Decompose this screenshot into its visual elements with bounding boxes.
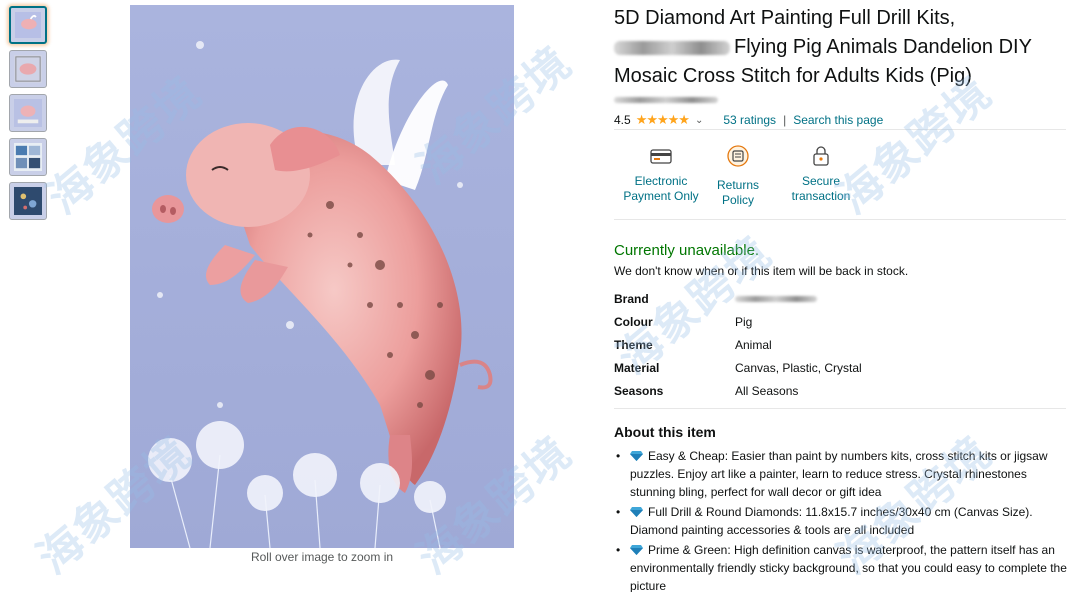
badge-label-line1: Secure (801, 174, 841, 188)
thumbnail-5[interactable] (9, 182, 47, 220)
bullet-text: Easy & Cheap: Easier than paint by numbe… (630, 449, 1048, 499)
spec-value: All Seasons (735, 384, 799, 398)
spec-key: Material (614, 361, 660, 375)
badge-secure-transaction[interactable]: Secure transaction (786, 144, 856, 204)
diamond-icon (630, 544, 643, 555)
title-line-3: Mosaic Cross Stitch for Adults Kids (Pig… (614, 65, 972, 87)
spec-value: Pig (735, 315, 753, 329)
separator: | (783, 113, 787, 127)
product-info: 5D Diamond Art Painting Full Drill Kits,… (614, 4, 1067, 592)
list-item: Prime & Green: High definition canvas is… (614, 541, 1068, 592)
returns-icon (725, 144, 751, 168)
badge-label-line1: Electronic (634, 174, 688, 188)
lock-icon (808, 144, 834, 168)
list-item: Easy & Cheap: Easier than paint by numbe… (614, 447, 1068, 501)
thumbnail-2[interactable] (9, 50, 47, 88)
list-item: Full Drill & Round Diamonds: 11.8x15.7 i… (614, 503, 1068, 539)
spec-value: Animal (735, 338, 772, 352)
divider (614, 408, 1066, 409)
title-line-2: Flying Pig Animals Dandelion DIY (734, 36, 1032, 58)
divider (614, 129, 1066, 130)
spec-key: Seasons (614, 384, 664, 398)
chevron-down-icon[interactable]: ⌄ (695, 115, 703, 126)
thumbnail-1[interactable] (9, 6, 47, 44)
ratings-count-link[interactable]: 53 ratings (723, 113, 776, 127)
badge-label-line1: Returns Policy (716, 178, 760, 207)
spec-value: Canvas, Plastic, Crystal (735, 361, 862, 375)
availability-note: We don't know when or if this item will … (614, 264, 909, 278)
product-main-image[interactable] (130, 5, 514, 548)
bullet-text: Full Drill & Round Diamonds: 11.8x15.7 i… (630, 505, 1033, 537)
diamond-icon (630, 450, 643, 461)
about-bullets: Easy & Cheap: Easier than paint by numbe… (614, 447, 1068, 592)
diamond-icon (630, 506, 643, 517)
redacted-brand (614, 40, 730, 55)
zoom-hint: Roll over image to zoom in (250, 550, 394, 564)
divider (614, 219, 1066, 220)
trust-badges: Electronic Payment Only Returns Policy S… (614, 144, 850, 214)
search-this-page-link[interactable]: Search this page (793, 113, 883, 127)
rating-row: 4.5 ★★★★★ ⌄ 53 ratings | Search this pag… (614, 112, 883, 128)
availability-status: Currently unavailable. (614, 242, 760, 259)
rating-value: 4.5 (614, 113, 631, 127)
product-title: 5D Diamond Art Painting Full Drill Kits,… (614, 4, 1066, 91)
card-payment-icon (648, 144, 674, 168)
about-heading: About this item (614, 424, 716, 440)
thumbnail-3[interactable] (9, 94, 47, 132)
spec-key: Theme (614, 338, 653, 352)
thumbnail-strip (9, 6, 47, 226)
badge-electronic-payment[interactable]: Electronic Payment Only (619, 144, 703, 204)
badge-label-line2: Payment Only (623, 189, 699, 203)
title-line-1: 5D Diamond Art Painting Full Drill Kits, (614, 7, 956, 29)
bullet-text: Prime & Green: High definition canvas is… (630, 543, 1067, 592)
spec-key: Brand (614, 292, 649, 306)
redacted-brand-value[interactable] (735, 296, 817, 302)
badge-label-line2: transaction (791, 189, 851, 203)
badge-returns-policy[interactable]: Returns Policy (700, 144, 776, 208)
star-rating-icon[interactable]: ★★★★★ (636, 112, 690, 128)
spec-key: Colour (614, 315, 653, 329)
thumbnail-4[interactable] (9, 138, 47, 176)
redacted-store-link[interactable] (614, 97, 718, 103)
